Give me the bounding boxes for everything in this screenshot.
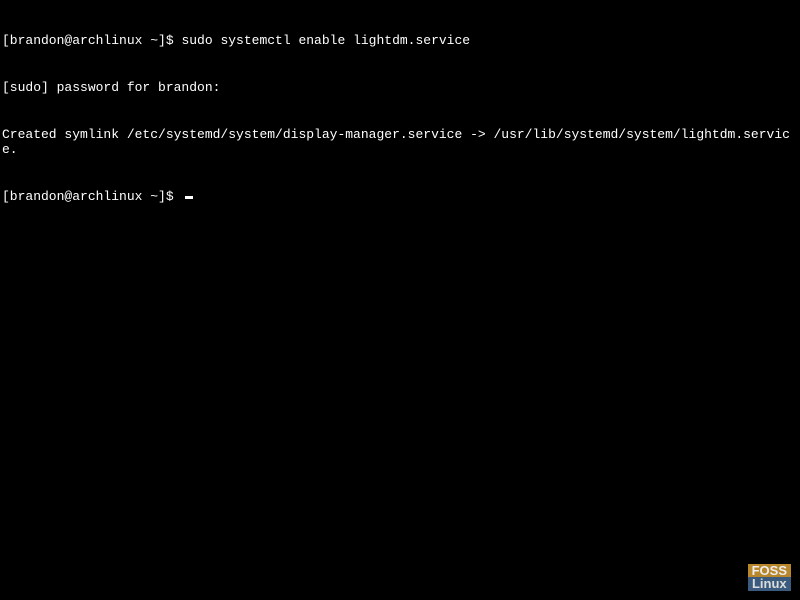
watermark-badge: FOSS Linux bbox=[748, 564, 791, 591]
terminal-line-1: [brandon@archlinux ~]$ sudo systemctl en… bbox=[2, 33, 798, 49]
cursor-icon bbox=[185, 196, 193, 199]
terminal-line-4: [brandon@archlinux ~]$ bbox=[2, 189, 798, 205]
entered-command: sudo systemctl enable lightdm.service bbox=[181, 33, 470, 48]
terminal-line-3: Created symlink /etc/systemd/system/disp… bbox=[2, 127, 798, 158]
watermark-top-text: FOSS bbox=[748, 564, 791, 578]
shell-prompt: [brandon@archlinux ~]$ bbox=[2, 189, 181, 204]
terminal-line-2: [sudo] password for brandon: bbox=[2, 80, 798, 96]
watermark-bottom-text: Linux bbox=[748, 577, 791, 591]
shell-prompt: [brandon@archlinux ~]$ bbox=[2, 33, 181, 48]
terminal-output[interactable]: [brandon@archlinux ~]$ sudo systemctl en… bbox=[2, 2, 798, 220]
